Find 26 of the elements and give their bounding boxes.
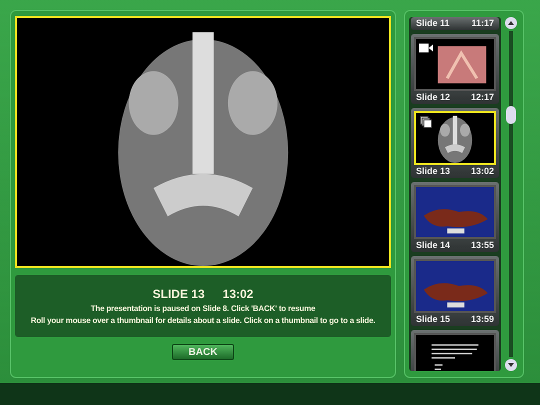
down-arrow-icon — [508, 363, 514, 367]
slide-label: Slide 13 — [416, 166, 450, 176]
scroll-up-button[interactable] — [505, 17, 517, 29]
slide-time: 13:59 — [470, 314, 494, 324]
slide-label: Slide 15 — [416, 314, 450, 324]
slide-time: 12:17 — [470, 92, 494, 102]
scroll-down-button[interactable] — [505, 359, 517, 371]
slide-time: 11:17 — [471, 18, 494, 28]
slide-thumbnail[interactable]: Slide 14 13:55 — [411, 182, 499, 252]
slide-label: Slide 11 — [416, 18, 450, 28]
info-message: The presentation is paused on Slide 8. Click 'BACK' to resume — [90, 304, 316, 313]
scrollbar-handle[interactable] — [506, 106, 516, 124]
slide-label: Slide 14 — [416, 240, 450, 250]
slide-thumbnail[interactable]: Slide 12 12:17 — [411, 34, 499, 104]
up-arrow-icon — [508, 21, 514, 25]
slide-time: 13:02 — [470, 166, 494, 176]
slide-thumbnail[interactable]: Slide 11 11:17 — [411, 17, 499, 30]
slide-time: 13:55 — [470, 240, 494, 250]
video-camera-icon — [419, 42, 433, 54]
slide-label: Slide 12 — [416, 92, 450, 102]
slide-thumbnail[interactable]: Slide 15 13:59 — [411, 256, 499, 326]
slide-time: 13:02 — [222, 287, 254, 301]
slide-title: SLIDE 13 — [152, 287, 205, 301]
slide-thumbnail[interactable]: Slide 13 13:02 — [411, 108, 499, 178]
stacked-pages-icon — [419, 116, 433, 128]
info-message: Roll your mouse over a thumbnail for details about a slide. Click on a thumbnail to go to a slide. — [30, 316, 376, 325]
